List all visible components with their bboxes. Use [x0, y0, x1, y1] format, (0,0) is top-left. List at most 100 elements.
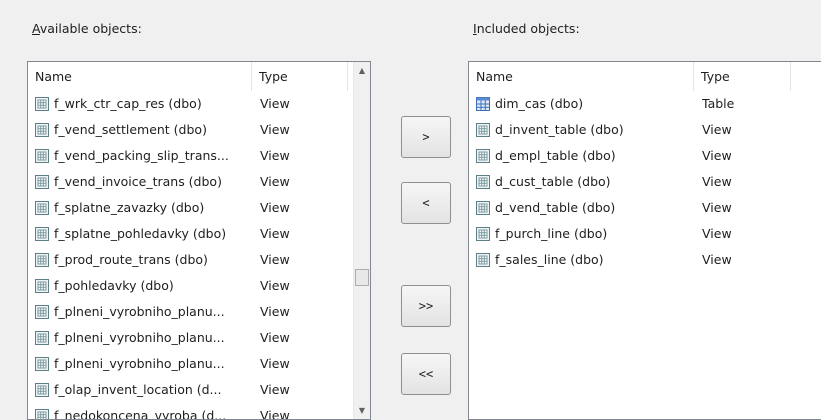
- column-header-name[interactable]: Name: [28, 62, 252, 91]
- object-type: View: [260, 122, 290, 137]
- object-name: f_wrk_ctr_cap_res (dbo): [54, 96, 202, 111]
- scroll-down-icon[interactable]: ▼: [354, 402, 370, 419]
- object-type: View: [260, 278, 290, 293]
- view-icon: [476, 227, 490, 241]
- view-icon: [476, 175, 490, 189]
- remove-selected-button[interactable]: <: [401, 182, 451, 224]
- object-name: d_cust_table (dbo): [495, 174, 611, 189]
- included-object-row[interactable]: f_sales_line (dbo) View: [469, 247, 821, 273]
- included-list-header: Name Type: [469, 62, 821, 91]
- available-object-row[interactable]: f_vend_packing_slip_trans... View: [28, 143, 370, 169]
- view-icon: [35, 175, 49, 189]
- view-icon: [35, 305, 49, 319]
- object-type: View: [260, 330, 290, 345]
- available-object-row[interactable]: f_plneni_vyrobniho_planu... View: [28, 325, 370, 351]
- view-icon: [35, 227, 49, 241]
- object-name: f_sales_line (dbo): [495, 252, 604, 267]
- included-object-row[interactable]: d_cust_table (dbo) View: [469, 169, 821, 195]
- available-object-row[interactable]: f_plneni_vyrobniho_planu... View: [28, 351, 370, 377]
- object-type: View: [260, 148, 290, 163]
- object-type: View: [702, 174, 732, 189]
- view-icon: [35, 253, 49, 267]
- object-name: f_splatne_pohledavky (dbo): [54, 226, 227, 241]
- available-object-row[interactable]: f_pohledavky (dbo) View: [28, 273, 370, 299]
- add-all-button[interactable]: >>: [401, 285, 451, 327]
- object-name: f_pohledavky (dbo): [54, 278, 174, 293]
- object-type: Table: [702, 96, 735, 111]
- included-object-row[interactable]: d_invent_table (dbo) View: [469, 117, 821, 143]
- object-name: f_plneni_vyrobniho_planu...: [54, 304, 225, 319]
- view-icon: [35, 97, 49, 111]
- object-type: View: [702, 148, 732, 163]
- available-objects-label: Available objects:: [32, 21, 142, 36]
- table-icon: [476, 97, 490, 111]
- available-list-header: Name Type: [28, 62, 370, 91]
- included-rows: dim_cas (dbo) Table d_invent_table (dbo) Vi…: [469, 91, 821, 419]
- object-name: d_vend_table (dbo): [495, 200, 616, 215]
- object-name: f_nedokoncena_vyroba (d...: [54, 408, 227, 420]
- view-icon: [476, 149, 490, 163]
- available-object-row[interactable]: f_vend_settlement (dbo) View: [28, 117, 370, 143]
- available-object-row[interactable]: f_nedokoncena_vyroba (d... View: [28, 403, 370, 420]
- object-name: d_invent_table (dbo): [495, 122, 624, 137]
- column-header-type[interactable]: Type: [252, 62, 348, 91]
- scroll-up-icon[interactable]: ▲: [354, 62, 370, 79]
- available-rows: f_wrk_ctr_cap_res (dbo) View f_vend_settle…: [28, 91, 370, 419]
- object-type: View: [702, 252, 732, 267]
- object-type: View: [702, 122, 732, 137]
- included-object-row[interactable]: f_purch_line (dbo) View: [469, 221, 821, 247]
- column-header-type[interactable]: Type: [694, 62, 791, 91]
- object-type: View: [260, 304, 290, 319]
- view-icon: [35, 279, 49, 293]
- view-icon: [35, 357, 49, 371]
- available-object-row[interactable]: f_wrk_ctr_cap_res (dbo) View: [28, 91, 370, 117]
- included-object-row[interactable]: dim_cas (dbo) Table: [469, 91, 821, 117]
- object-name: d_empl_table (dbo): [495, 148, 616, 163]
- available-scrollbar[interactable]: ▲ ▼: [353, 62, 370, 419]
- scroll-thumb[interactable]: [355, 269, 369, 286]
- available-object-row[interactable]: f_splatne_pohledavky (dbo) View: [28, 221, 370, 247]
- object-name: f_vend_settlement (dbo): [54, 122, 207, 137]
- object-name: f_splatne_zavazky (dbo): [54, 200, 205, 215]
- view-icon: [476, 253, 490, 267]
- available-objects-list[interactable]: Name Type f_wrk_ctr_cap_res (dbo) View f_v…: [27, 61, 371, 420]
- object-type: View: [260, 200, 290, 215]
- object-type: View: [702, 200, 732, 215]
- available-object-row[interactable]: f_splatne_zavazky (dbo) View: [28, 195, 370, 221]
- remove-all-button[interactable]: <<: [401, 353, 451, 395]
- object-type: View: [260, 174, 290, 189]
- object-name: f_olap_invent_location (d...: [54, 382, 222, 397]
- column-header-name[interactable]: Name: [469, 62, 694, 91]
- add-selected-button[interactable]: >: [401, 116, 451, 158]
- view-icon: [35, 383, 49, 397]
- object-name: f_plneni_vyrobniho_planu...: [54, 356, 225, 371]
- object-type: View: [260, 382, 290, 397]
- object-name: f_vend_invoice_trans (dbo): [54, 174, 222, 189]
- view-icon: [35, 201, 49, 215]
- available-object-row[interactable]: f_prod_route_trans (dbo) View: [28, 247, 370, 273]
- available-object-row[interactable]: f_vend_invoice_trans (dbo) View: [28, 169, 370, 195]
- object-name: f_purch_line (dbo): [495, 226, 608, 241]
- object-name: f_plneni_vyrobniho_planu...: [54, 330, 225, 345]
- view-icon: [35, 409, 49, 419]
- object-name: f_vend_packing_slip_trans...: [54, 148, 229, 163]
- available-object-row[interactable]: f_olap_invent_location (d... View: [28, 377, 370, 403]
- object-type: View: [260, 96, 290, 111]
- object-type: View: [260, 408, 290, 420]
- object-name: f_prod_route_trans (dbo): [54, 252, 208, 267]
- view-icon: [476, 123, 490, 137]
- view-icon: [476, 201, 490, 215]
- object-type: View: [260, 226, 290, 241]
- included-objects-list[interactable]: Name Type dim_cas (dbo) Table d_invent_tab…: [468, 61, 821, 420]
- object-type: View: [260, 356, 290, 371]
- included-object-row[interactable]: d_vend_table (dbo) View: [469, 195, 821, 221]
- view-icon: [35, 123, 49, 137]
- view-icon: [35, 331, 49, 345]
- object-type: View: [702, 226, 732, 241]
- included-objects-label: Included objects:: [473, 21, 580, 36]
- view-icon: [35, 149, 49, 163]
- object-name: dim_cas (dbo): [495, 96, 584, 111]
- object-type: View: [260, 252, 290, 267]
- available-object-row[interactable]: f_plneni_vyrobniho_planu... View: [28, 299, 370, 325]
- included-object-row[interactable]: d_empl_table (dbo) View: [469, 143, 821, 169]
